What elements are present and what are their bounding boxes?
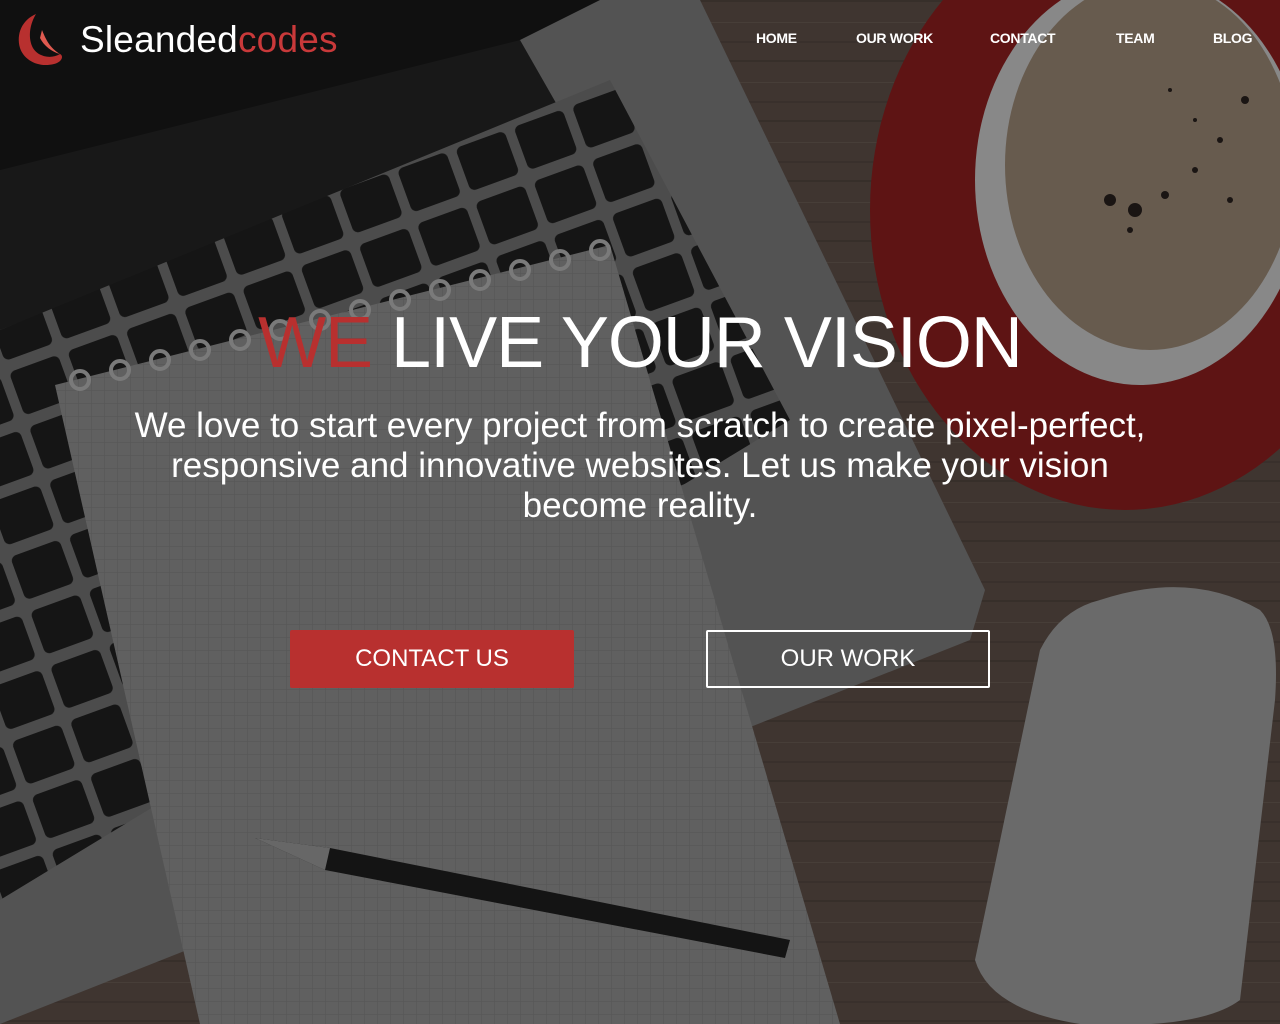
hero-title-rest: LIVE YOUR VISION — [372, 303, 1023, 383]
contact-us-button[interactable]: CONTACT US — [290, 630, 574, 688]
site-header: Sleandedcodes HOME OUR WORK CONTACT TEAM… — [0, 0, 1280, 80]
our-work-button[interactable]: OUR WORK — [706, 630, 990, 688]
hero-subtitle: We love to start every project from scra… — [134, 406, 1146, 525]
nav-item-team[interactable]: TEAM — [1116, 30, 1155, 46]
hero-title-accent: WE — [258, 303, 373, 383]
nav-item-blog[interactable]: BLOG — [1213, 30, 1253, 46]
hero-title: WE LIVE YOUR VISION — [0, 300, 1280, 386]
nav-item-contact[interactable]: CONTACT — [990, 30, 1056, 46]
main-nav: HOME OUR WORK CONTACT TEAM BLOG — [0, 30, 1280, 50]
landing-page: Sleandedcodes HOME OUR WORK CONTACT TEAM… — [0, 0, 1280, 1024]
nav-item-our-work[interactable]: OUR WORK — [856, 30, 933, 46]
nav-item-home[interactable]: HOME — [756, 30, 797, 46]
